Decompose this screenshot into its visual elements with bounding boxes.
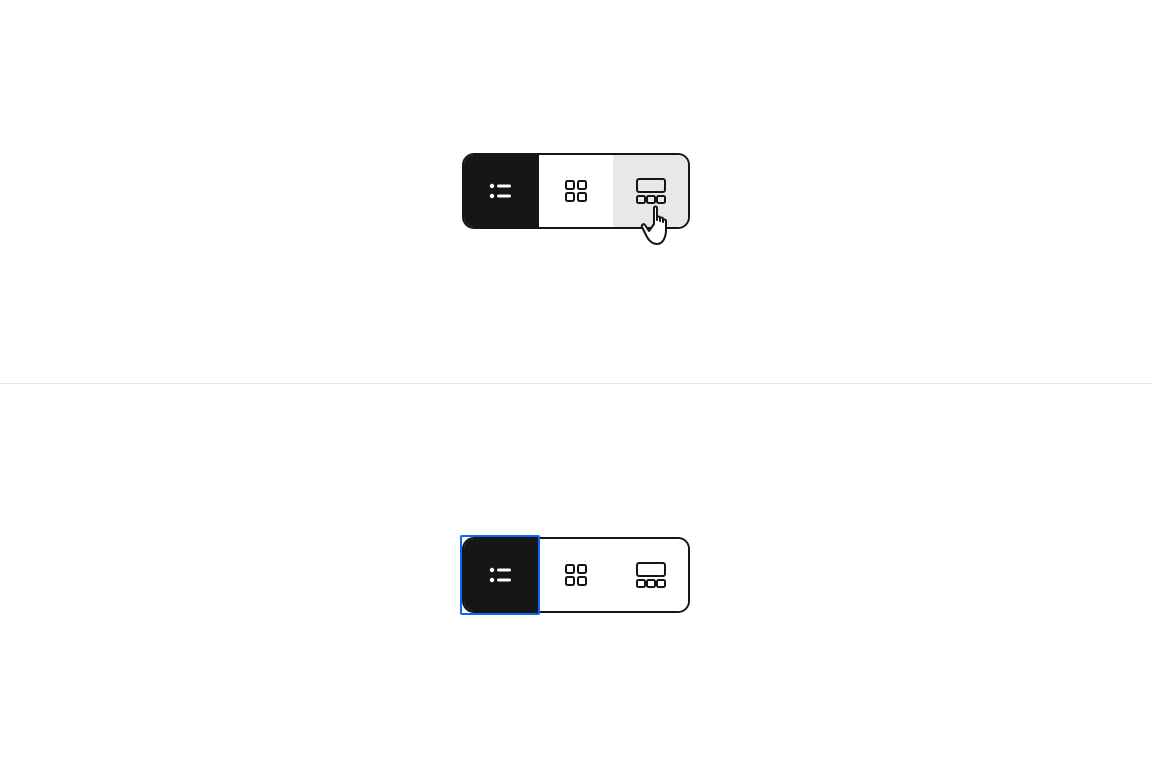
list-bulleted-icon — [486, 176, 516, 206]
segment-list-view[interactable] — [464, 539, 539, 611]
segment-grid-view[interactable] — [539, 155, 614, 227]
segment-thumbnail-view[interactable] — [613, 155, 688, 227]
segment-grid-view[interactable] — [539, 539, 614, 611]
grid-icon — [561, 176, 591, 206]
segment-thumbnail-view[interactable] — [613, 539, 688, 611]
thumbnails-icon — [635, 175, 667, 207]
list-bulleted-icon — [486, 560, 516, 590]
content-switcher[interactable] — [462, 537, 690, 613]
example-focus-panel — [0, 384, 1152, 767]
grid-icon — [561, 560, 591, 590]
thumbnails-icon — [635, 559, 667, 591]
example-hover-panel — [0, 0, 1152, 384]
segment-list-view[interactable] — [464, 155, 539, 227]
content-switcher[interactable] — [462, 153, 690, 229]
